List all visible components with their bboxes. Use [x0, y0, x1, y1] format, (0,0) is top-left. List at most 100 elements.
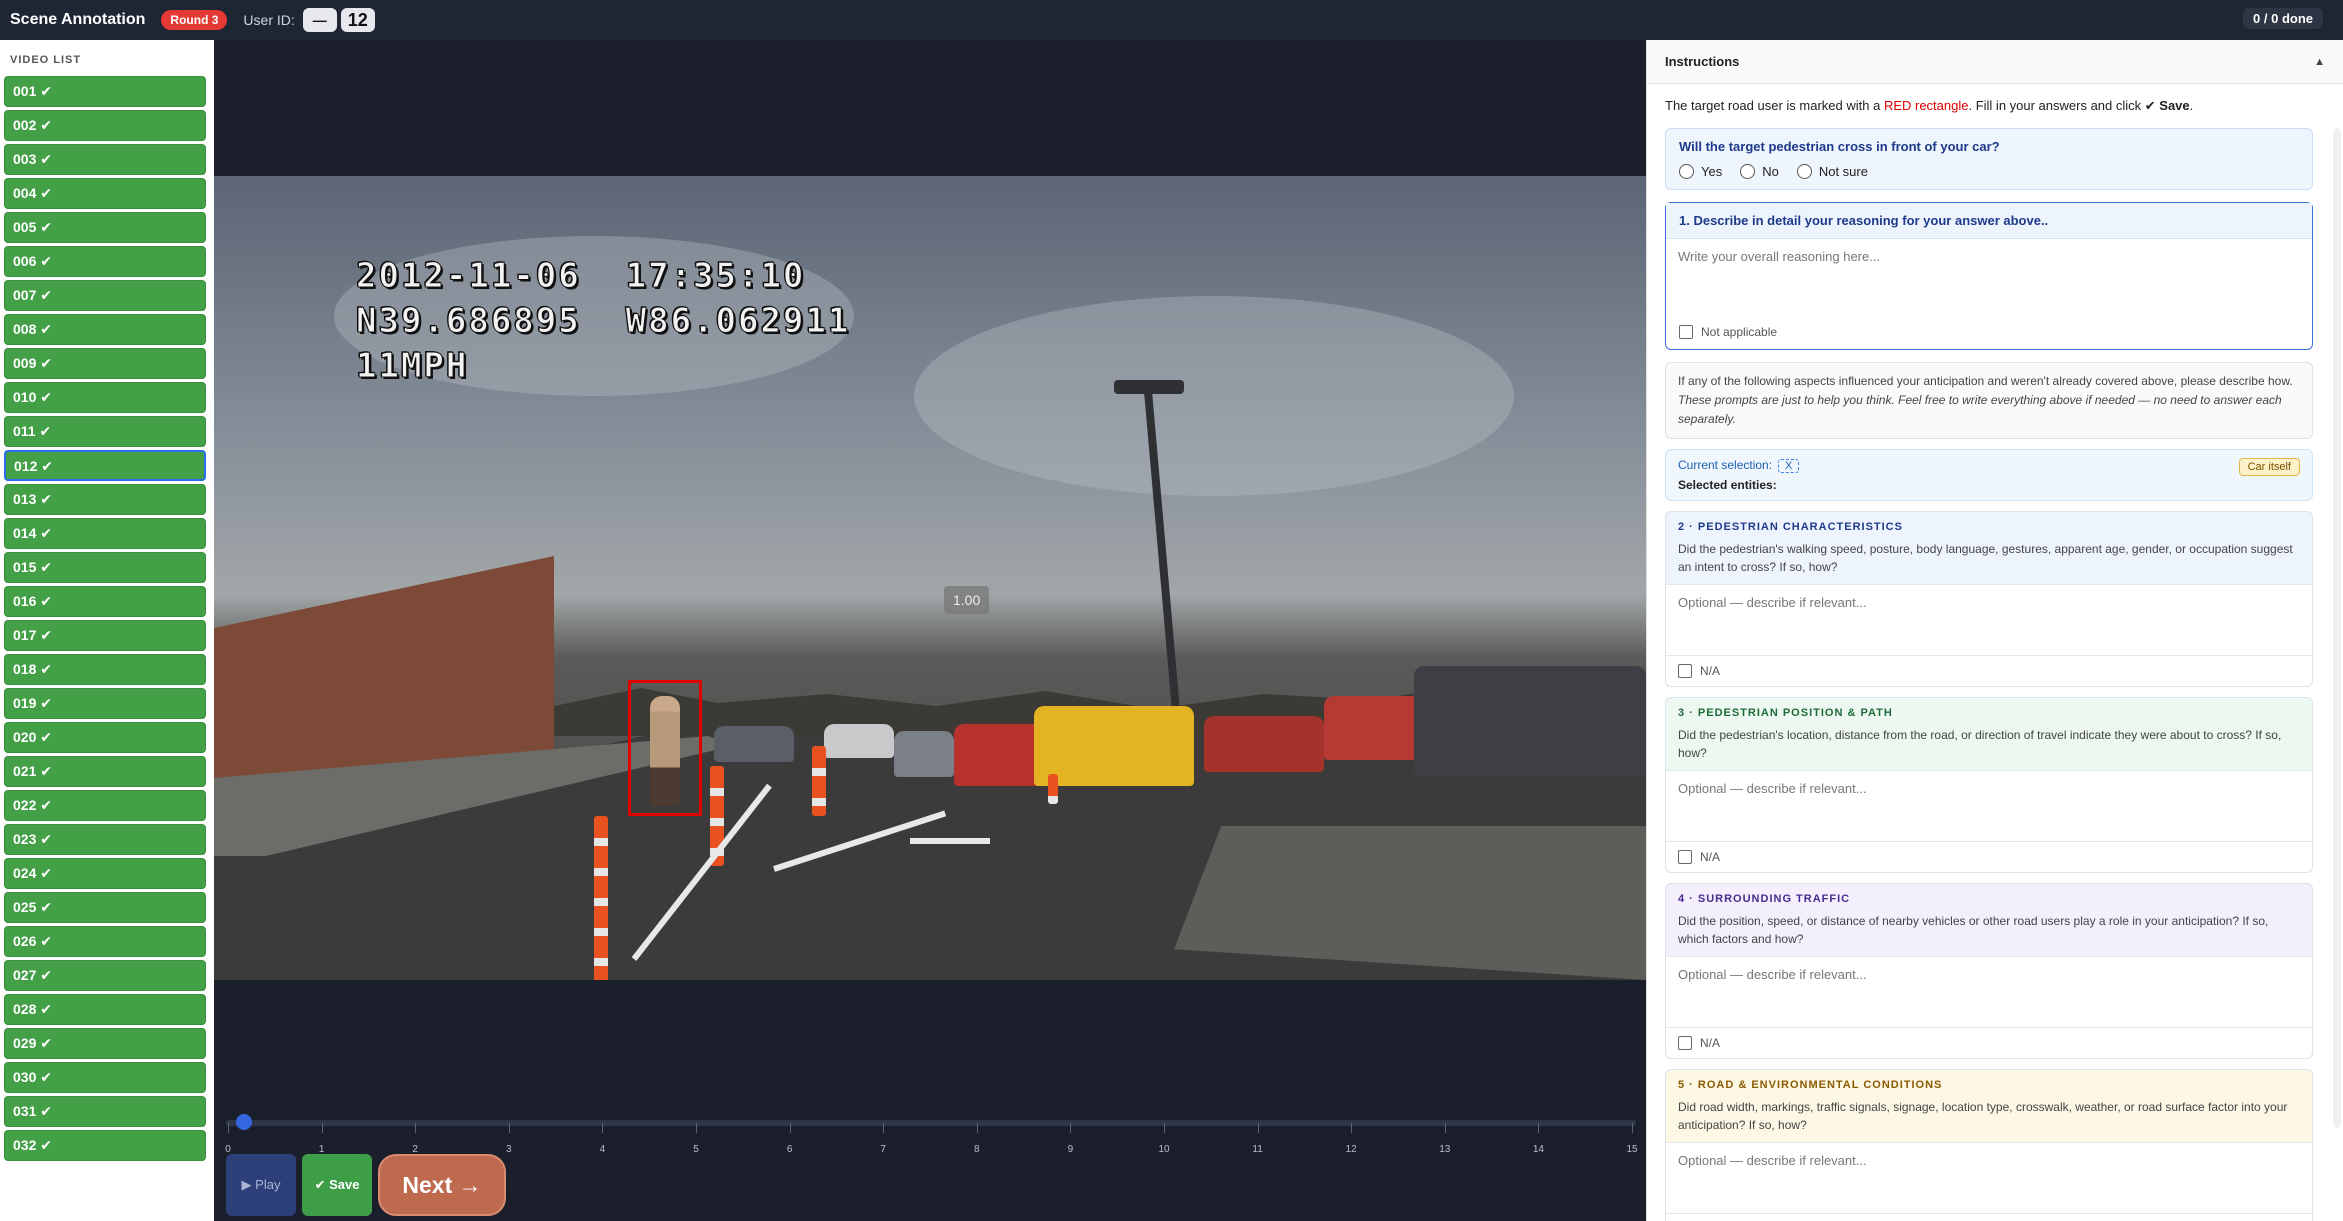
video-list: 001 ✔ 002 ✔ 003 ✔ 004 ✔ 005 ✔ 006 ✔ 007 ✔ 008 ✔… [0, 76, 214, 1164]
aspect-title: 4 · SURROUNDING TRAFFIC [1678, 893, 1851, 905]
instructions-title: Instructions [1665, 54, 1740, 69]
chevron-up-icon[interactable]: ▲ [2314, 56, 2325, 68]
aspect-na-row[interactable]: N/A [1666, 842, 2312, 872]
video-item[interactable]: 010 ✔ [4, 382, 206, 413]
radio-icon[interactable] [1740, 164, 1756, 179]
video-item[interactable]: 003 ✔ [4, 144, 206, 175]
crossing-option[interactable]: No [1740, 164, 1779, 179]
video-item[interactable]: 011 ✔ [4, 416, 206, 447]
osd-datetime: 2012-11-06 17:35:10 [355, 256, 806, 297]
video-item[interactable]: 012 ✔ [4, 450, 206, 481]
video-item[interactable]: 018 ✔ [4, 654, 206, 685]
video-item[interactable]: 004 ✔ [4, 178, 206, 209]
play-button[interactable]: ▶ Play [226, 1154, 296, 1216]
timeline-tick-label: 7 [880, 1144, 886, 1155]
crossing-options: Yes No Not sure [1679, 164, 2299, 179]
save-button[interactable]: ✔ Save [302, 1154, 372, 1216]
parked-car [714, 726, 794, 762]
reasoning-textarea[interactable]: Write your overall reasoning here... [1666, 239, 2312, 317]
video-item[interactable]: 015 ✔ [4, 552, 206, 583]
osd-speed: 11MPH [355, 346, 469, 387]
aspect-textarea[interactable]: Optional — describe if relevant... [1666, 1142, 2312, 1214]
target-bounding-box [628, 680, 702, 816]
next-button[interactable]: Next → [378, 1154, 506, 1216]
crossing-option[interactable]: Yes [1679, 164, 1722, 179]
instructions-header[interactable]: Instructions ▲ [1647, 40, 2343, 84]
instr-prefix: The target road user is marked with a [1665, 98, 1884, 113]
video-item[interactable]: 007 ✔ [4, 280, 206, 311]
instr-end: . [2189, 98, 2194, 113]
video-item[interactable]: 017 ✔ [4, 620, 206, 651]
video-item[interactable]: 009 ✔ [4, 348, 206, 379]
user-id-value[interactable]: 12 [340, 8, 375, 32]
video-item[interactable]: 020 ✔ [4, 722, 206, 753]
timeline-tick-label: 6 [786, 1144, 793, 1155]
video-item[interactable]: 024 ✔ [4, 858, 206, 889]
video-item[interactable]: 013 ✔ [4, 484, 206, 515]
aspect-description: Did the pedestrian's location, distance … [1678, 728, 2282, 760]
video-item[interactable]: 029 ✔ [4, 1028, 206, 1059]
aspect-na-row[interactable]: N/A [1666, 1214, 2312, 1221]
timeline-tick [321, 1123, 323, 1133]
video-item[interactable]: 023 ✔ [4, 824, 206, 855]
video-item[interactable]: 002 ✔ [4, 110, 206, 141]
aspect-textarea[interactable]: Optional — describe if relevant... [1666, 956, 2312, 1028]
car-itself-button[interactable]: Car itself [2238, 458, 2300, 476]
timeline-tick-label: 5 [693, 1144, 699, 1155]
video-item[interactable]: 027 ✔ [4, 960, 206, 991]
traffic-post [812, 746, 826, 816]
aspect-na-checkbox[interactable] [1678, 850, 1692, 864]
timeline-tick-label: 9 [1067, 1144, 1074, 1155]
aspect-textarea[interactable]: Optional — describe if relevant... [1666, 584, 2312, 656]
video-item[interactable]: 014 ✔ [4, 518, 206, 549]
dark-suv [1414, 666, 1646, 776]
video-item[interactable]: 031 ✔ [4, 1096, 206, 1127]
video-item[interactable]: 006 ✔ [4, 246, 206, 277]
user-id-dash[interactable]: — [302, 8, 337, 32]
timeline-track[interactable] [226, 1120, 1636, 1126]
not-applicable-label: Not applicable [1701, 325, 1778, 339]
aspect-description: Did the position, speed, or distance of … [1678, 914, 2269, 946]
timeline-tick [696, 1123, 697, 1133]
video-item[interactable]: 025 ✔ [4, 892, 206, 923]
crossing-option[interactable]: Not sure [1796, 164, 1868, 179]
timeline-scrubber[interactable] [236, 1114, 252, 1130]
panel-scrollbar[interactable] [2333, 128, 2341, 1128]
aspect-na-row[interactable]: N/A [1666, 1028, 2312, 1058]
aspect-na-row[interactable]: N/A [1666, 656, 2312, 686]
aspect-description: Did road width, markings, traffic signal… [1678, 1100, 2288, 1132]
aspect-description: Did the pedestrian's walking speed, post… [1678, 542, 2293, 574]
video-item[interactable]: 008 ✔ [4, 314, 206, 345]
timeline-tick-label: 14 [1532, 1144, 1544, 1155]
aspects-italic: These prompts are just to help you think… [1678, 393, 2282, 426]
not-applicable-checkbox[interactable] [1679, 325, 1693, 339]
video-item[interactable]: 022 ✔ [4, 790, 206, 821]
video-player: 2012-11-06 17:35:10 N39.686895 W86.06291… [214, 40, 1646, 1221]
video-item[interactable]: 019 ✔ [4, 688, 206, 719]
radio-icon[interactable] [1679, 164, 1694, 179]
video-item[interactable]: 030 ✔ [4, 1062, 206, 1093]
video-frame[interactable]: 2012-11-06 17:35:10 N39.686895 W86.06291… [214, 176, 1646, 980]
timeline-tick-label: 15 [1626, 1144, 1638, 1155]
selection-clear-button[interactable]: X [1778, 459, 1800, 473]
video-item[interactable]: 021 ✔ [4, 756, 206, 787]
video-item[interactable]: 028 ✔ [4, 994, 206, 1025]
video-item[interactable]: 005 ✔ [4, 212, 206, 243]
aspect-na-checkbox[interactable] [1678, 664, 1692, 678]
crossing-option-label: Not sure [1818, 164, 1868, 179]
timeline-tick [415, 1123, 417, 1133]
video-list-sidebar: VIDEO LIST 001 ✔ 002 ✔ 003 ✔ 004 ✔ 005 ✔ 006 … [0, 40, 214, 1221]
instr-red-rect: RED rectangle [1883, 98, 1969, 113]
video-item[interactable]: 032 ✔ [4, 1130, 206, 1161]
video-item[interactable]: 001 ✔ [4, 76, 206, 107]
timeline-tick [1070, 1123, 1072, 1133]
aspect-na-checkbox[interactable] [1678, 1036, 1692, 1050]
red-suv [1204, 716, 1324, 772]
not-applicable-row[interactable]: Not applicable [1666, 317, 2312, 349]
video-item[interactable]: 026 ✔ [4, 926, 206, 957]
aspect-card: 2 · PEDESTRIAN CHARACTERISTICS Did the pe… [1665, 511, 2313, 687]
radio-icon[interactable] [1796, 164, 1812, 179]
instr-save: ✔ Save [2144, 98, 2190, 113]
aspect-textarea[interactable]: Optional — describe if relevant... [1666, 770, 2312, 842]
video-item[interactable]: 016 ✔ [4, 586, 206, 617]
